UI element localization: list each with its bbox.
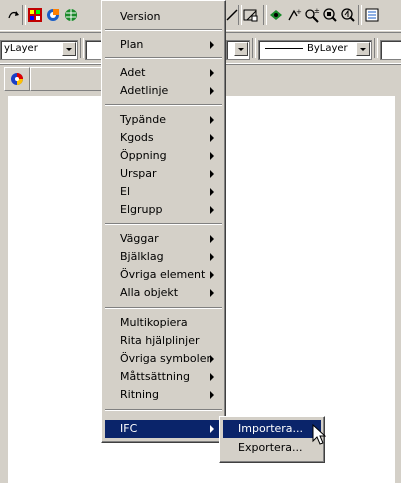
mouse-cursor-icon [312,424,326,445]
submenu-arrow-icon [210,253,214,261]
render-button[interactable] [4,67,30,91]
submenu-arrow-icon [210,41,214,49]
menu-item-el[interactable]: El [105,183,222,201]
submenu-arrow-icon [210,87,214,95]
menu-item-adet[interactable]: Adet [105,64,222,82]
submenu-arrow-icon [210,134,214,142]
menu-item-adetlinje[interactable]: Adetlinje [105,82,222,100]
menu-item-kgods[interactable]: Kgods [105,129,222,147]
submenu-arrow-icon [210,391,214,399]
menu-item-version[interactable]: Version [105,8,222,26]
submenu-arrow-icon [210,425,214,433]
submenu-arrow-icon [210,373,214,381]
menu-item-plan[interactable]: Plan [105,36,222,54]
redo-icon[interactable] [6,7,22,23]
submenu-arrow-icon [210,152,214,160]
menu-item-importera[interactable]: Importera... [223,420,321,438]
submenu-arrow-icon [210,116,214,124]
pan-icon[interactable] [268,7,284,23]
submenu-arrow-icon [210,289,214,297]
menu-item-exportera[interactable]: Exportera... [223,439,321,457]
menu-item-bjalklag[interactable]: Bjälklag [105,248,222,266]
layer-combo-dropdown-icon[interactable] [62,42,76,56]
zoom-previous-icon[interactable] [340,7,356,23]
aerial-view-icon[interactable] [243,7,259,23]
layer-combo[interactable]: yLayer [0,40,78,60]
menu-item-mattsattning[interactable]: Måttsättning [105,368,222,386]
menu-item-urspar[interactable]: Urspar [105,165,222,183]
menu-item-ifc[interactable]: IFC [105,420,222,438]
zoom-realtime-icon[interactable]: + [286,7,302,23]
lineweight-combo-value: ByLayer [307,43,348,54]
linetype-combo-left[interactable] [226,40,250,60]
svg-text:+: + [296,8,302,16]
submenu-arrow-icon [210,355,214,363]
submenu-arrow-icon [210,271,214,279]
menu-item-ovriga-element[interactable]: Övriga element [105,266,222,284]
submenu-arrow-icon [210,188,214,196]
menu-item-rita-hjalplinjer[interactable]: Rita hjälplinjer [105,332,222,350]
ifc-submenu: Importera... Exportera... [219,416,325,463]
dropdown-icon[interactable] [234,42,248,56]
menu-item-typande[interactable]: Typände [105,111,222,129]
zoom-in-icon[interactable]: ± [304,7,320,23]
menu-item-multikopiera[interactable]: Multikopiera [105,314,222,332]
web-icon[interactable] [63,7,79,23]
properties-window-icon[interactable] [364,7,380,23]
toolbar-tail [30,67,102,91]
lineweight-combo[interactable]: ByLayer [258,40,372,60]
menu-item-vaggar[interactable]: Väggar [105,230,222,248]
menu-item-alla-objekt[interactable]: Alla objekt [105,284,222,302]
submenu-arrow-icon [210,69,214,77]
zoom-extents-icon[interactable] [322,7,338,23]
dropdown-icon[interactable] [356,42,370,56]
properties-icon[interactable] [27,7,43,23]
menu-item-ovriga-symboler[interactable]: Övriga symboler [105,350,222,368]
menu-item-elgrupp[interactable]: Elgrupp [105,201,222,219]
layer-combo-value: yLayer [4,43,38,54]
design-center-icon[interactable] [45,7,61,23]
main-menu: Version Plan Adet Adetlinje Typände Kgod… [101,0,226,443]
menu-item-oppning[interactable]: Öppning [105,147,222,165]
submenu-arrow-icon [210,235,214,243]
submenu-arrow-icon [210,206,214,214]
svg-text:±: ± [314,7,320,15]
menu-item-ritning[interactable]: Ritning [105,386,222,404]
submenu-arrow-icon [210,170,214,178]
plotstyle-combo[interactable] [380,40,401,60]
render-icon [11,73,23,85]
